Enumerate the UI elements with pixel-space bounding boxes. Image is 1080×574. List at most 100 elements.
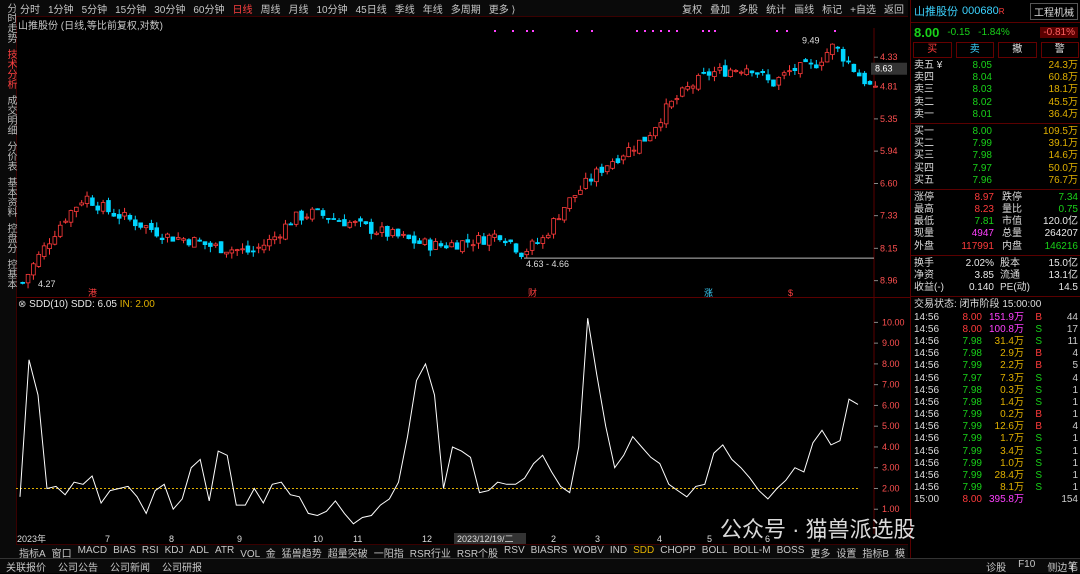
toolbar-action[interactable]: 返回 xyxy=(880,1,908,16)
toolbar-action[interactable]: +自选 xyxy=(846,1,880,16)
left-tab-1[interactable]: 技术分析 xyxy=(0,46,16,92)
period-tab[interactable]: 45日线 xyxy=(352,1,391,16)
candle-body xyxy=(728,69,733,78)
level-price: 7.98 xyxy=(972,150,992,162)
tick-row[interactable]: 14:56 7.99 0.2万 B 1 xyxy=(911,409,1080,421)
tick-row[interactable]: 14:56 7.99 3.4万 S 1 xyxy=(911,446,1080,458)
period-tab[interactable]: 10分钟 xyxy=(313,1,352,16)
period-tab[interactable]: 15分钟 xyxy=(111,1,150,16)
trade-button-1[interactable]: 卖 xyxy=(955,42,994,58)
tick-row[interactable]: 14:56 8.00 100.8万 S 17 xyxy=(911,324,1080,336)
stat-value: 120.0亿 xyxy=(1042,216,1078,228)
tick-row[interactable]: 14:56 7.98 2.9万 B 4 xyxy=(911,348,1080,360)
period-tab[interactable]: 1分钟 xyxy=(44,1,78,16)
period-tab[interactable]: 季线 xyxy=(391,1,419,16)
period-tab[interactable]: 更多 ⟩ xyxy=(485,1,520,16)
indicator-settings-icon[interactable]: ⊗ xyxy=(18,299,26,310)
watermark: 公众号 · 猫兽派选股 xyxy=(720,517,916,542)
level-volume: 39.1万 xyxy=(1048,138,1078,150)
candle-body xyxy=(637,139,642,154)
tick-row[interactable]: 14:56 7.98 1.4万 S 1 xyxy=(911,397,1080,409)
tick-count: 154 xyxy=(1061,494,1078,506)
toolbar-action[interactable]: 复权 xyxy=(678,1,706,16)
candle-body xyxy=(181,238,186,241)
signal-dot xyxy=(834,30,836,32)
tick-row[interactable]: 14:56 7.99 12.6万 B 4 xyxy=(911,421,1080,433)
order-book-row[interactable]: 买四 7.97 50.0万 xyxy=(911,163,1080,175)
left-tab-4[interactable]: 基本资料 xyxy=(0,174,16,220)
period-tab[interactable]: 周线 xyxy=(257,1,285,16)
sdd-indicator-chart[interactable]: 10.009.008.007.006.005.004.003.002.001.0… xyxy=(16,298,910,534)
order-book-row[interactable]: 卖四 8.04 60.8万 xyxy=(911,72,1080,84)
period-tab[interactable]: 年线 xyxy=(419,1,447,16)
period-tab[interactable]: 日线 xyxy=(229,1,257,16)
candle-body xyxy=(175,237,181,240)
candlestick-chart[interactable]: 8.96 8.15 7.33 6.60 5.94 5.35 4.81 4.33 4.63 - 4… xyxy=(16,28,910,298)
candle-body xyxy=(186,239,192,246)
period-tab[interactable]: 多周期 xyxy=(447,1,485,16)
footer-link[interactable]: 公司研报 xyxy=(156,559,208,574)
footer-action[interactable]: 诊股 xyxy=(980,559,1012,574)
tick-row[interactable]: 14:56 7.99 8.1万 S 1 xyxy=(911,482,1080,494)
stat-value: 7.34 xyxy=(1058,191,1078,203)
period-tab[interactable]: 60分钟 xyxy=(189,1,228,16)
tick-row[interactable]: 14:56 7.99 1.0万 S 1 xyxy=(911,458,1080,470)
order-book-row[interactable]: 买一 8.00 109.5万 xyxy=(911,126,1080,138)
tick-price: 7.99 xyxy=(962,445,982,457)
tick-time: 14:56 xyxy=(914,421,940,433)
signal-dot xyxy=(668,30,670,32)
period-tab[interactable]: 5分钟 xyxy=(78,1,112,16)
footer-link[interactable]: 公司公告 xyxy=(52,559,104,574)
candle-body xyxy=(653,127,658,137)
left-tab-2[interactable]: 成交明细 xyxy=(0,92,16,138)
period-tab[interactable]: 月线 xyxy=(285,1,313,16)
trade-button-3[interactable]: 警 xyxy=(1040,42,1079,58)
date-tick-label: 2023年 xyxy=(17,533,46,544)
candle-body xyxy=(208,242,213,247)
order-book-row[interactable]: 买三 7.98 14.6万 xyxy=(911,150,1080,162)
candle-body xyxy=(642,136,648,142)
tick-row[interactable]: 14:56 7.99 2.2万 B 5 xyxy=(911,360,1080,372)
left-tab-3[interactable]: 分价表 xyxy=(0,138,16,174)
tick-row[interactable]: 14:56 7.98 0.3万 S 1 xyxy=(911,385,1080,397)
tick-count: 4 xyxy=(1072,348,1078,360)
tick-row[interactable]: 14:56 7.99 28.4万 S 1 xyxy=(911,470,1080,482)
footer-link[interactable]: 关联报价 xyxy=(0,559,52,574)
candle-body xyxy=(867,81,873,85)
order-book-row[interactable]: 卖三 8.03 18.1万 xyxy=(911,84,1080,96)
tick-price: 7.99 xyxy=(962,470,982,481)
left-tab-0[interactable]: 分时走势 xyxy=(0,0,16,46)
left-tab-5[interactable]: 控盘分 xyxy=(0,220,16,256)
tick-list[interactable]: 14:56 8.00 151.9万 B 44 14:56 8.00 100.8万 S 17 14:5… xyxy=(911,312,1080,507)
price-tick-label: 5.35 xyxy=(880,114,898,124)
period-tab[interactable]: 30分钟 xyxy=(150,1,189,16)
toolbar-action[interactable]: 标记 xyxy=(818,1,846,16)
tick-row[interactable]: 14:56 7.97 7.3万 S 4 xyxy=(911,373,1080,385)
footer-link[interactable]: 公司新闻 xyxy=(104,559,156,574)
toolbar-action[interactable]: 统计 xyxy=(762,1,790,16)
candle-body xyxy=(760,71,765,73)
tick-row[interactable]: 14:56 7.98 31.4万 S 11 xyxy=(911,336,1080,348)
sector-tag[interactable]: 工程机械 xyxy=(1030,2,1078,20)
trade-button-2[interactable]: 撤 xyxy=(998,42,1037,58)
tick-row[interactable]: 14:56 8.00 151.9万 B 44 xyxy=(911,312,1080,324)
candle-body xyxy=(229,249,235,254)
candle-body xyxy=(583,177,589,189)
tick-row[interactable]: 15:00 8.00 395.8万 154 xyxy=(911,494,1080,506)
toolbar-action[interactable]: 叠加 xyxy=(706,1,734,16)
period-tab[interactable]: 分时 xyxy=(16,1,44,16)
order-book-row[interactable]: 买二 7.99 39.1万 xyxy=(911,138,1080,150)
trade-button-0[interactable]: 买 xyxy=(913,42,952,58)
tick-row[interactable]: 14:56 7.99 1.7万 S 1 xyxy=(911,433,1080,445)
order-book-row[interactable]: 卖一 8.01 36.4万 xyxy=(911,109,1080,121)
order-book-row[interactable]: 卖五 ¥ 8.05 24.3万 xyxy=(911,60,1080,72)
footer-action[interactable]: F10 xyxy=(1012,559,1041,574)
level-label: 买二 xyxy=(914,138,934,150)
tick-tab[interactable]: 笔 xyxy=(1068,558,1078,573)
left-tab-6[interactable]: 控基本 xyxy=(0,256,16,292)
toolbar-action[interactable]: 多股 xyxy=(734,1,762,16)
toolbar-action[interactable]: 画线 xyxy=(790,1,818,16)
indicator-tick-label: 9.00 xyxy=(882,338,900,348)
order-book-row[interactable]: 卖二 8.02 45.5万 xyxy=(911,97,1080,109)
order-book-row[interactable]: 买五 7.96 76.7万 xyxy=(911,175,1080,187)
